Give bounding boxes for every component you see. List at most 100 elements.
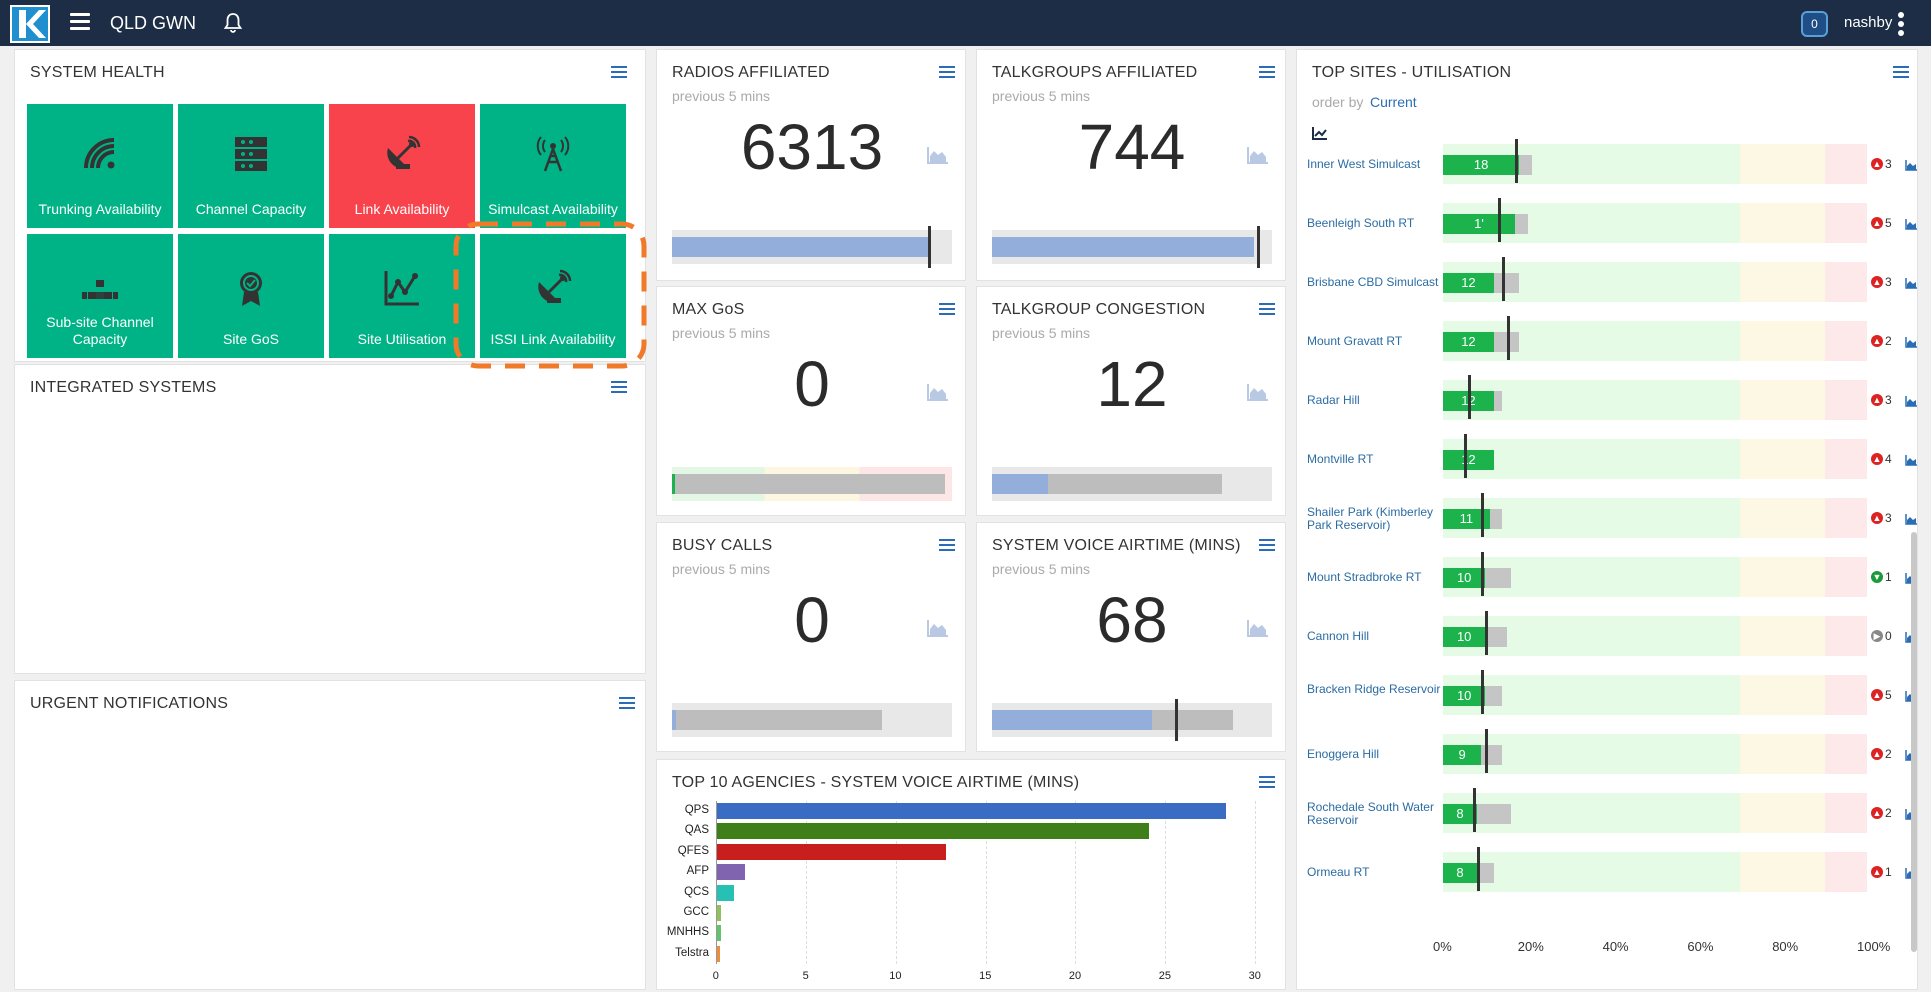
- panel-menu-icon[interactable]: [1259, 539, 1275, 553]
- logo[interactable]: [10, 5, 50, 43]
- site-marker: [1485, 611, 1489, 655]
- panel-menu-icon[interactable]: [939, 539, 955, 553]
- tile-site-gos[interactable]: Site GoS: [178, 234, 324, 358]
- threshold-zone: [1739, 852, 1825, 892]
- area-chart-icon[interactable]: [1905, 394, 1917, 407]
- bar: [716, 864, 745, 881]
- site-row[interactable]: Enoggera Hill 9 ▲ 2: [1297, 729, 1917, 774]
- bell-icon[interactable]: [223, 12, 243, 39]
- site-name[interactable]: Rochedale South Water Reservoir: [1307, 801, 1442, 827]
- award-ribbon-icon: [178, 268, 324, 312]
- site-row[interactable]: Shailer Park (Kimberley Park Reservoir) 1…: [1297, 493, 1917, 538]
- panel-menu-icon[interactable]: [939, 303, 955, 317]
- category-label: QCS: [684, 885, 709, 898]
- site-row[interactable]: Mount Gravatt RT 12 ▲ 2: [1297, 316, 1917, 361]
- trend-chart-icon[interactable]: [1312, 126, 1328, 145]
- site-alert-count: 3: [1885, 393, 1892, 407]
- bar: [716, 843, 946, 860]
- site-row[interactable]: Brisbane CBD Simulcast 12 ▲ 3: [1297, 257, 1917, 302]
- site-name[interactable]: Beenleigh South RT: [1307, 217, 1442, 230]
- site-name[interactable]: Ormeau RT: [1307, 866, 1442, 879]
- panel-menu-icon[interactable]: [1259, 303, 1275, 317]
- top-bar: QLD GWN 0 nashby: [0, 0, 1931, 46]
- panel-menu-icon[interactable]: [611, 66, 627, 80]
- threshold-zone: [1824, 852, 1867, 892]
- category-label: QAS: [684, 824, 709, 837]
- panel-subtitle: previous 5 mins: [672, 88, 771, 104]
- area-chart-icon[interactable]: [1905, 158, 1917, 171]
- site-name[interactable]: Enoggera Hill: [1307, 748, 1442, 761]
- panel-title: TALKGROUPS AFFILIATED: [992, 64, 1198, 81]
- site-marker: [1515, 139, 1519, 183]
- bullet-background: [672, 467, 952, 501]
- y-axis-line: [716, 801, 717, 965]
- site-name[interactable]: Shailer Park (Kimberley Park Reservoir): [1307, 506, 1442, 532]
- panel-menu-icon[interactable]: [619, 697, 635, 711]
- area-chart-icon[interactable]: [1247, 146, 1269, 164]
- panel-menu-icon[interactable]: [1893, 66, 1909, 80]
- notification-count-badge[interactable]: 0: [1801, 11, 1828, 37]
- user-name[interactable]: nashby: [1844, 14, 1892, 31]
- site-current-bar: 9: [1443, 745, 1482, 765]
- area-chart-icon[interactable]: [927, 619, 949, 637]
- area-chart-icon[interactable]: [1247, 619, 1269, 637]
- panel-menu-icon[interactable]: [611, 381, 627, 395]
- tile-sub-site-channel-capacity[interactable]: Sub-site Channel Capacity: [27, 234, 173, 358]
- kebab-menu-icon[interactable]: [1898, 12, 1904, 39]
- site-name[interactable]: Mount Stradbroke RT: [1307, 571, 1442, 584]
- bullet-background: [992, 226, 1272, 268]
- site-current-bar: 18: [1443, 155, 1520, 175]
- panel-menu-icon[interactable]: [939, 66, 955, 80]
- panel-subtitle: previous 5 mins: [672, 325, 771, 341]
- arrow-down-circle-icon: ▼: [1871, 571, 1883, 583]
- site-row[interactable]: Montville RT 12 ▲ 4: [1297, 434, 1917, 479]
- site-name[interactable]: Cannon Hill: [1307, 630, 1442, 643]
- menu-toggle-button[interactable]: [70, 13, 90, 33]
- category-label: QPS: [684, 804, 709, 816]
- arrow-right-circle-icon: ▶: [1871, 630, 1883, 642]
- site-name[interactable]: Montville RT: [1307, 453, 1442, 466]
- arrow-up-circle-icon: ▲: [1871, 807, 1883, 819]
- site-name[interactable]: Radar Hill: [1307, 394, 1442, 407]
- panel-menu-icon[interactable]: [1259, 66, 1275, 80]
- area-chart-icon[interactable]: [1905, 217, 1917, 230]
- panel-menu-icon[interactable]: [1259, 776, 1275, 790]
- area-chart-icon[interactable]: [1905, 276, 1917, 289]
- panel-title: TOP 10 AGENCIES - SYSTEM VOICE AIRTIME (…: [672, 774, 1080, 791]
- kpi-panel-talkgroups-affiliated: TALKGROUPS AFFILIATED previous 5 mins 744: [976, 49, 1286, 281]
- tile-simulcast-availability[interactable]: Simulcast Availability: [480, 104, 626, 228]
- x-tick-label: 20%: [1517, 939, 1544, 954]
- threshold-zone: [1824, 616, 1867, 656]
- area-chart-icon[interactable]: [1905, 512, 1917, 525]
- site-row[interactable]: Inner West Simulcast 18 ▲ 3: [1297, 139, 1917, 184]
- site-row[interactable]: Radar Hill12▲3: [1297, 375, 1917, 420]
- site-row[interactable]: Cannon Hill 10 ▶ 0: [1297, 611, 1917, 656]
- x-tick-label: 25: [1158, 970, 1172, 982]
- area-chart-icon[interactable]: [1905, 335, 1917, 348]
- site-alert-count: 1: [1885, 865, 1892, 879]
- site-row[interactable]: Ormeau RT 8 ▲ 1: [1297, 847, 1917, 892]
- network-blocks-icon: [27, 268, 173, 312]
- order-by-link[interactable]: Current: [1370, 94, 1417, 110]
- site-name[interactable]: Bracken Ridge Reservoir: [1307, 683, 1442, 696]
- site-name[interactable]: Brisbane CBD Simulcast: [1307, 276, 1442, 289]
- arrow-up-circle-icon: ▲: [1871, 394, 1883, 406]
- tile-channel-capacity[interactable]: Channel Capacity: [178, 104, 324, 228]
- area-chart-icon[interactable]: [1905, 453, 1917, 466]
- site-name[interactable]: Mount Gravatt RT: [1307, 335, 1442, 348]
- area-chart-icon[interactable]: [927, 383, 949, 401]
- scrollbar[interactable]: [1911, 532, 1917, 952]
- arrow-up-circle-icon: ▲: [1871, 866, 1883, 878]
- site-row[interactable]: Mount Stradbroke RT 10 ▼ 1: [1297, 552, 1917, 597]
- panel-title: MAX GoS: [672, 301, 745, 318]
- site-row[interactable]: Bracken Ridge Reservoir 10 ▲ 5: [1297, 670, 1917, 715]
- site-row[interactable]: Beenleigh South RT 1' ▲ 5: [1297, 198, 1917, 243]
- tile-link-availability[interactable]: Link Availability: [329, 104, 475, 228]
- category-label: Telstra: [675, 946, 709, 959]
- area-chart-icon[interactable]: [927, 146, 949, 164]
- area-chart-icon[interactable]: [1247, 383, 1269, 401]
- site-row[interactable]: Rochedale South Water Reservoir 8 ▲ 2: [1297, 788, 1917, 833]
- tile-trunking-availability[interactable]: Trunking Availability: [27, 104, 173, 228]
- site-name[interactable]: Inner West Simulcast: [1307, 158, 1442, 171]
- panel-title: SYSTEM HEALTH: [30, 64, 165, 81]
